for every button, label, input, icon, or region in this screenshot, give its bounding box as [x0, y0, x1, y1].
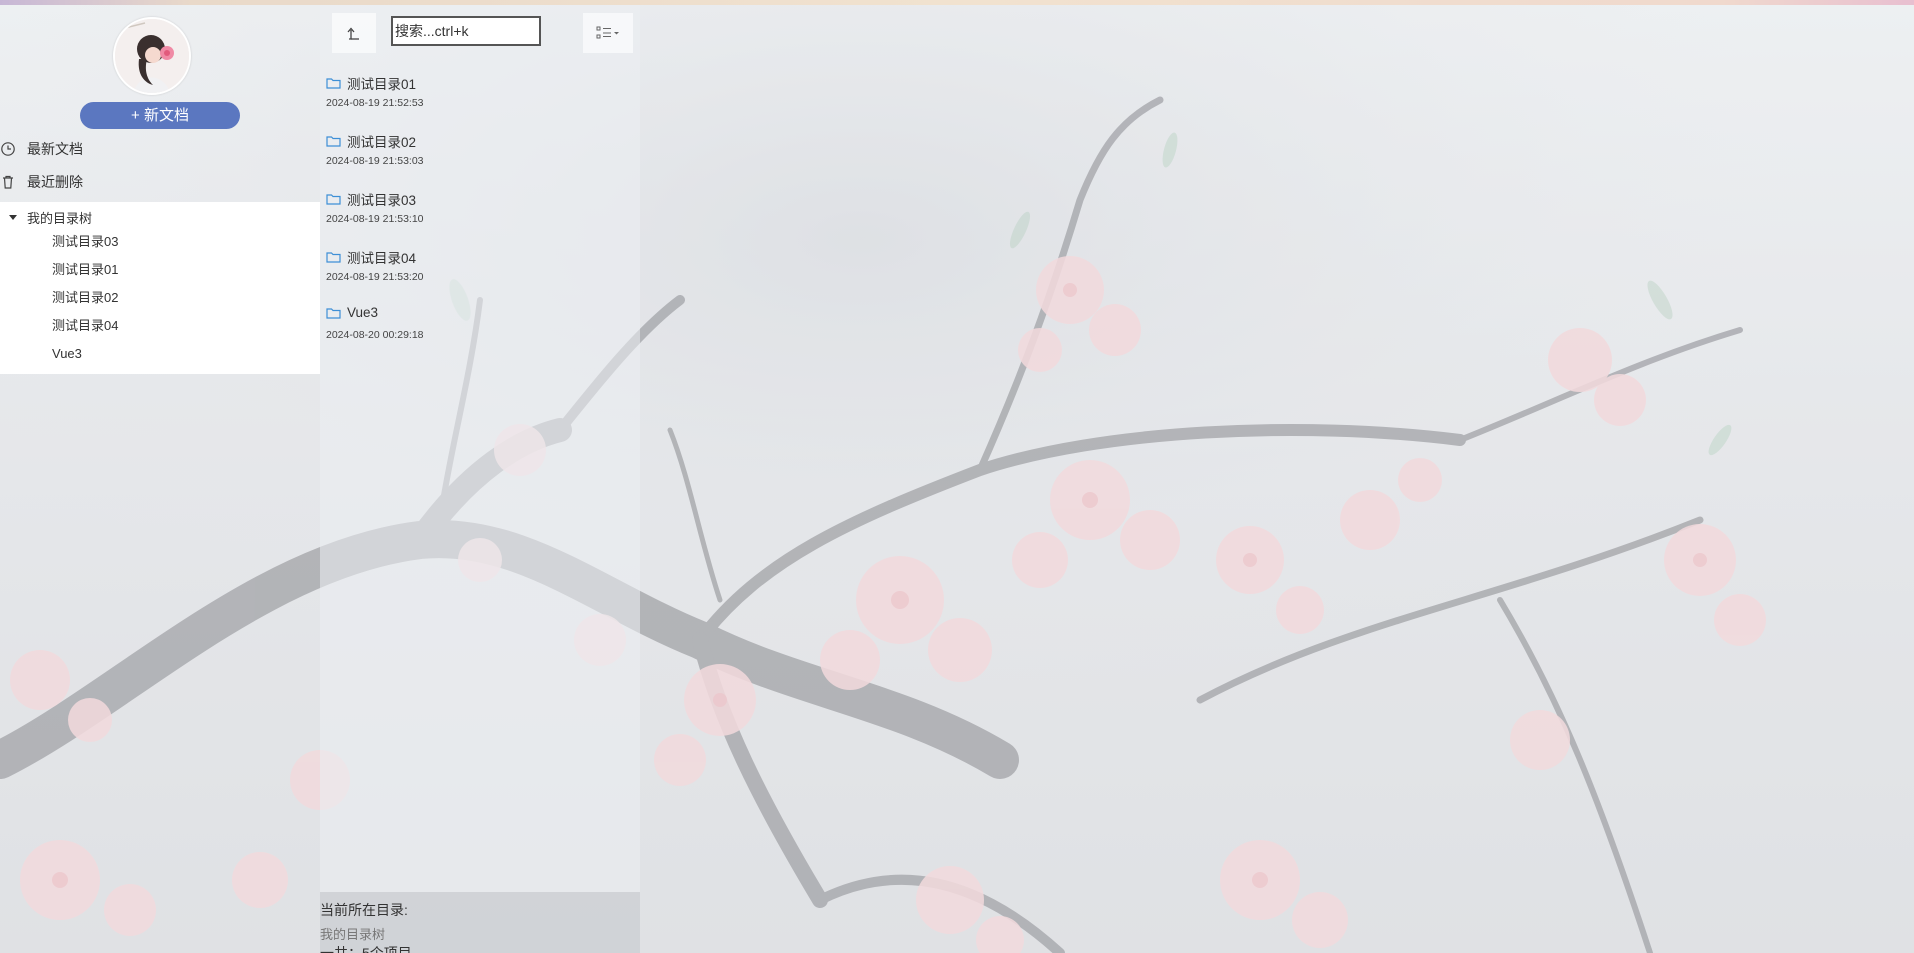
- directory-info-footer: 当前所在目录: 我的目录树 一共：5个项目: [320, 892, 640, 953]
- folder-icon: [326, 78, 341, 89]
- tree-item[interactable]: 测试目录01: [52, 261, 118, 279]
- tree-item[interactable]: 测试目录02: [52, 289, 118, 307]
- tree-root-node[interactable]: 我的目录树: [6, 208, 92, 226]
- tree-item[interactable]: 测试目录04: [52, 317, 118, 335]
- trash-icon: [3, 175, 13, 189]
- tree-item[interactable]: Vue3: [52, 345, 82, 363]
- current-directory-value: 我的目录树: [320, 927, 386, 942]
- new-document-button[interactable]: + 新文档: [80, 102, 240, 129]
- list-view-icon: [596, 26, 619, 39]
- folder-icon: [326, 194, 341, 205]
- folder-name: 测试目录04: [347, 251, 417, 266]
- recently-deleted-link[interactable]: 最近删除: [0, 170, 83, 194]
- current-directory-label: 当前所在目录:: [320, 902, 408, 918]
- top-accent-strip: [0, 0, 1914, 5]
- folder-timestamp: 2024-08-20 00:29:18: [326, 329, 424, 341]
- folder-timestamp: 2024-08-19 21:53:03: [326, 155, 424, 167]
- folder-icon: [326, 307, 341, 319]
- view-mode-button[interactable]: [583, 13, 633, 53]
- search-input[interactable]: [391, 16, 541, 46]
- folder-item[interactable]: 测试目录03 2024-08-19 21:53:10: [326, 183, 626, 233]
- file-list-panel: 测试目录01 2024-08-19 21:52:53 测试目录02 2024-0…: [320, 5, 640, 953]
- recent-documents-link[interactable]: 最新文档: [0, 137, 83, 161]
- caret-down-icon[interactable]: [9, 214, 17, 220]
- folder-item[interactable]: Vue3 2024-08-20 00:29:18: [326, 299, 626, 349]
- folder-name: 测试目录03: [347, 193, 417, 208]
- folder-name: 测试目录02: [347, 135, 417, 150]
- avatar[interactable]: [113, 17, 191, 95]
- folder-item[interactable]: 测试目录04 2024-08-19 21:53:20: [326, 241, 626, 291]
- folder-timestamp: 2024-08-19 21:53:20: [326, 271, 424, 283]
- tree-root-label: 我的目录树: [27, 210, 93, 226]
- folder-name: 测试目录01: [347, 77, 417, 92]
- folder-item[interactable]: 测试目录01 2024-08-19 21:52:53: [326, 67, 626, 117]
- folder-timestamp: 2024-08-19 21:52:53: [326, 97, 424, 109]
- recently-deleted-label: 最近删除: [27, 174, 83, 190]
- folder-timestamp: 2024-08-19 21:53:10: [326, 213, 424, 225]
- arrow-up-icon: [347, 27, 359, 40]
- folder-icon: [326, 252, 341, 263]
- sidebar: + 新文档 最新文档 最近删除 我的目录树 测试目录03 测试目录01 测试目录…: [0, 5, 320, 953]
- item-count-text: 一共：5个项目: [320, 945, 412, 953]
- tree-item[interactable]: 测试目录03: [52, 233, 118, 251]
- clock-icon: [1, 142, 15, 156]
- directory-tree: 我的目录树 测试目录03 测试目录01 测试目录02 测试目录04 Vue3: [0, 202, 320, 374]
- folder-name: Vue3: [347, 305, 379, 320]
- avatar-image-icon: [115, 19, 189, 93]
- recent-documents-label: 最新文档: [27, 141, 83, 157]
- go-up-button[interactable]: [332, 13, 376, 53]
- folder-icon: [326, 136, 341, 147]
- folder-item[interactable]: 测试目录02 2024-08-19 21:53:03: [326, 125, 626, 175]
